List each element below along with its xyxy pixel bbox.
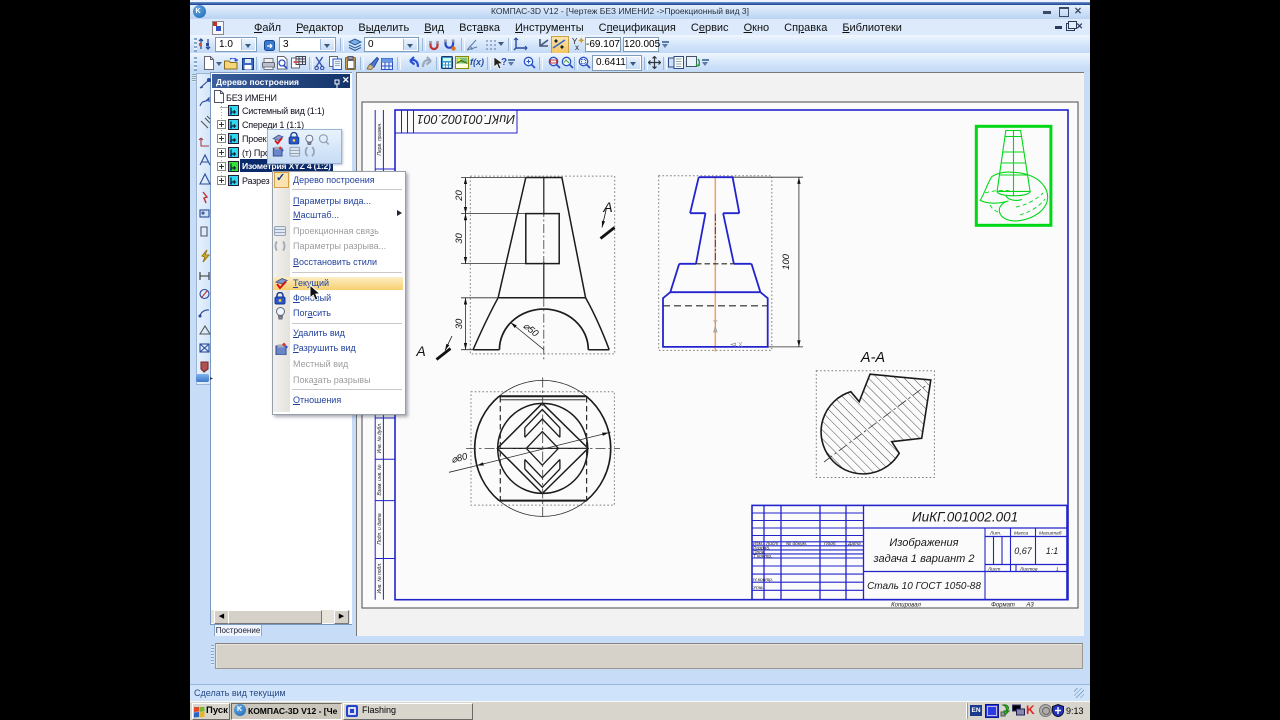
svg-text:Лист: Лист: [987, 567, 1000, 573]
svg-text:Масса: Масса: [1014, 531, 1029, 537]
svg-text:Инв. № подл.: Инв. № подл.: [377, 562, 383, 593]
svg-text:Лит.: Лит.: [989, 531, 1001, 537]
svg-text:Подп.: Подп.: [824, 541, 837, 547]
svg-text:А: А: [602, 199, 612, 215]
svg-text:Копировал: Копировал: [891, 603, 921, 609]
svg-text:30: 30: [454, 318, 465, 329]
svg-text:X: X: [738, 342, 743, 349]
svg-text:Н.контр.: Н.контр.: [753, 577, 773, 583]
svg-text:А3: А3: [1025, 603, 1034, 609]
svg-text:Y: Y: [713, 320, 718, 327]
svg-text:Подп. и дата: Подп. и дата: [377, 513, 383, 545]
svg-text:?: ?: [501, 57, 507, 68]
svg-text:Утв.: Утв.: [753, 585, 764, 591]
svg-text:Взам. инв. №: Взам. инв. №: [377, 464, 383, 496]
svg-text:ИиКГ.001002.001: ИиКГ.001002.001: [417, 112, 515, 126]
svg-text:Перв. примен.: Перв. примен.: [377, 122, 383, 155]
svg-text:20: 20: [454, 190, 465, 202]
svg-text:А: А: [415, 343, 425, 359]
svg-text:Инв. № дубл.: Инв. № дубл.: [377, 423, 383, 454]
svg-text:100: 100: [781, 253, 792, 270]
svg-text:1:1: 1:1: [1046, 546, 1059, 556]
svg-text:Формат: Формат: [991, 603, 1015, 609]
svg-text:Масштаб: Масштаб: [1039, 531, 1062, 537]
svg-text:А-А: А-А: [860, 350, 885, 366]
svg-text:0,67: 0,67: [1014, 546, 1033, 556]
svg-text:1: 1: [1056, 567, 1059, 573]
svg-text:Сталь 10 ГОСТ 1050-88: Сталь 10 ГОСТ 1050-88: [867, 581, 981, 592]
svg-text:30: 30: [454, 233, 465, 244]
svg-text:Т.контр.: Т.контр.: [753, 554, 772, 560]
svg-text:Изображения: Изображения: [889, 537, 958, 549]
svg-text:Дата: Дата: [847, 541, 861, 547]
svg-text:задача 1 вариант 2: задача 1 вариант 2: [873, 553, 975, 565]
svg-text:ИиКГ.001002.001: ИиКГ.001002.001: [912, 510, 1018, 525]
svg-text:№ докум.: № докум.: [786, 541, 807, 547]
svg-text:Листов: Листов: [1019, 567, 1038, 573]
